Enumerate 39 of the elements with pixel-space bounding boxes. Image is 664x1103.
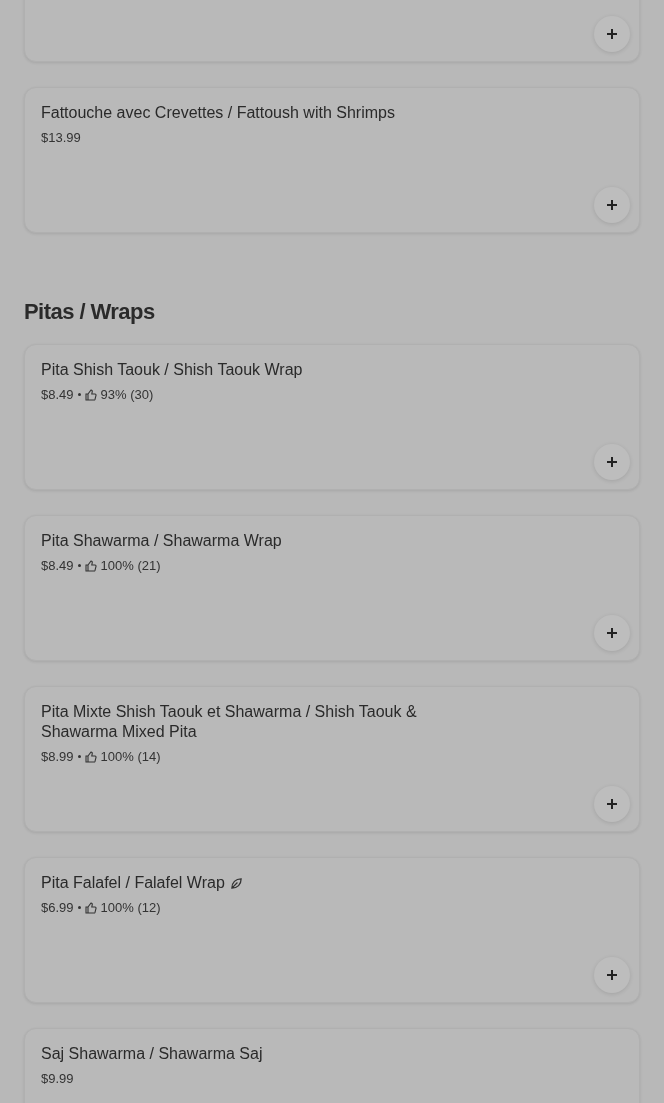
item-rating: 100% (21): [100, 557, 161, 575]
item-rating: 100% (12): [100, 899, 161, 917]
menu-item-card[interactable]: Pita Mixte Shish Taouk et Shawarma / Shish Taouk & Shawarma Mixed Pita $8.99 100% (14): [24, 686, 640, 832]
plus-icon: [606, 627, 618, 639]
menu-item-card[interactable]: Saj Shawarma / Shawarma Saj $9.99: [24, 1028, 640, 1103]
item-rating: 93% (30): [100, 386, 154, 404]
item-name: Pita Shish Taouk / Shish Taouk Wrap: [41, 360, 303, 380]
menu-item-card[interactable]: Pita Falafel / Falafel Wrap $6.99 100% (12): [24, 857, 640, 1003]
plus-icon: [606, 969, 618, 981]
item-name: Pita Falafel / Falafel Wrap: [41, 873, 225, 893]
item-name: Pita Shawarma / Shawarma Wrap: [41, 531, 282, 551]
menu-item-card[interactable]: Pita Shawarma / Shawarma Wrap $8.49 100% (21): [24, 515, 640, 661]
plus-icon: [606, 456, 618, 468]
item-name: Fattouche avec Crevettes / Fattoush with Shrimps: [41, 103, 395, 123]
item-price: $9.99: [41, 1070, 74, 1088]
item-price: $6.99: [41, 899, 74, 917]
item-rating: 100% (14): [100, 748, 161, 766]
item-name: Saj Shawarma / Shawarma Saj: [41, 1044, 263, 1064]
thumbs-up-icon: [84, 388, 97, 401]
menu-item-card[interactable]: Fattouche avec Crevettes / Fattoush with Shrimps $13.99: [24, 87, 640, 233]
add-button[interactable]: [594, 16, 630, 52]
item-price: $8.49: [41, 386, 74, 404]
add-button[interactable]: [594, 444, 630, 480]
item-price: $8.49: [41, 557, 74, 575]
item-name: Pita Mixte Shish Taouk et Shawarma / Shish Taouk & Shawarma Mixed Pita: [41, 702, 418, 742]
menu-item-card[interactable]: Pita Shish Taouk / Shish Taouk Wrap $8.49 93% (30): [24, 344, 640, 490]
plus-icon: [606, 28, 618, 40]
plus-icon: [606, 798, 618, 810]
section-heading: Pitas / Wraps: [24, 298, 156, 326]
add-button[interactable]: [594, 786, 630, 822]
add-button[interactable]: [594, 615, 630, 651]
thumbs-up-icon: [84, 559, 97, 572]
item-price: $8.99: [41, 748, 74, 766]
plus-icon: [606, 199, 618, 211]
item-price: $13.99: [41, 129, 81, 147]
thumbs-up-icon: [84, 901, 97, 914]
add-button[interactable]: [594, 187, 630, 223]
thumbs-up-icon: [84, 750, 97, 763]
add-button[interactable]: [594, 957, 630, 993]
